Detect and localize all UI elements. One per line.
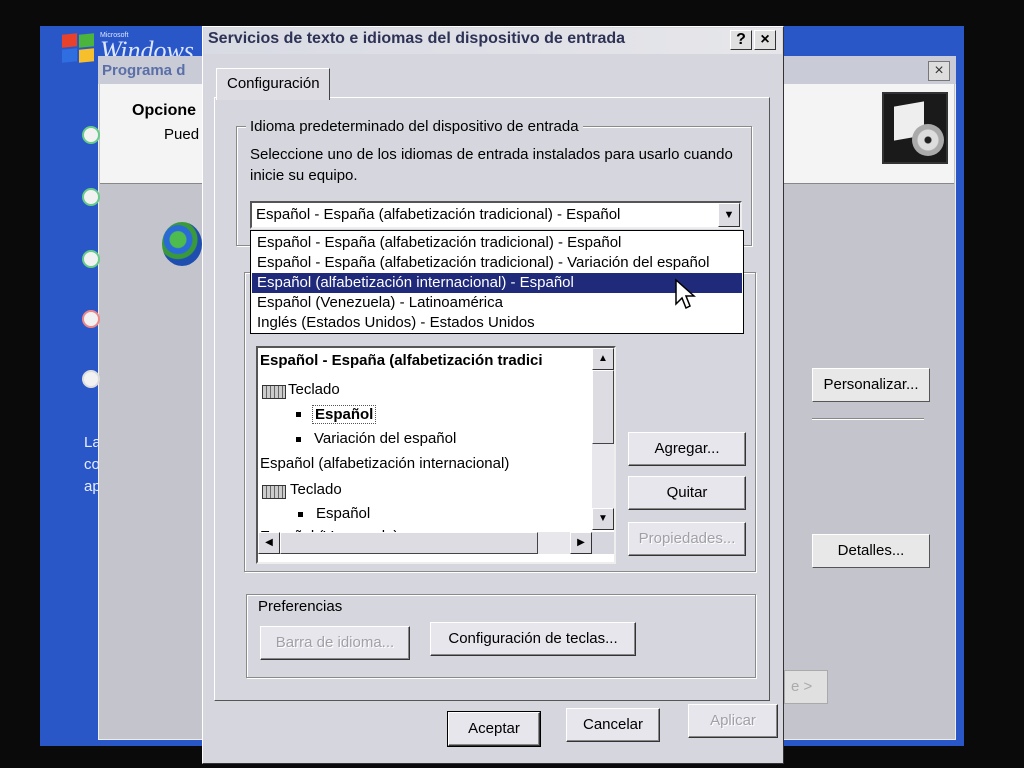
default-language-description: Seleccione uno de los idiomas de entrada… [250,146,733,184]
remove-button[interactable]: Quitar [628,476,746,510]
properties-button[interactable]: Propiedades... [628,522,746,556]
help-button[interactable]: ? [730,30,752,50]
scroll-thumb[interactable] [280,532,538,554]
setup-close-button[interactable]: × [928,61,950,81]
dropdown-option[interactable]: Español - España (alfabetización tradici… [252,233,742,253]
step-bullet [82,310,100,328]
tree-vertical-scrollbar[interactable]: ▲ ▼ [592,348,614,530]
tree-item[interactable]: Español [312,405,377,424]
chevron-down-icon[interactable]: ▼ [718,203,740,227]
mouse-pointer-icon [675,278,696,310]
keyboard-icon [262,385,286,399]
tree-item[interactable]: Variación del español [314,430,456,447]
bullet-icon [296,437,301,442]
scroll-right-button[interactable]: ▶ [570,532,592,554]
tab-configuracion[interactable]: Configuración [216,68,330,100]
preferences-legend: Preferencias [254,598,347,615]
dialog-title: Servicios de texto e idiomas del disposi… [208,30,626,47]
scrollbar-corner [592,532,614,554]
tree-item[interactable]: Teclado [288,381,340,398]
windows-flag-icon [62,33,98,64]
ok-button[interactable]: Aceptar [447,711,541,747]
dropdown-option[interactable]: Inglés (Estados Unidos) - Estados Unidos [252,313,742,333]
bullet-icon [298,512,303,517]
dropdown-option[interactable]: Español - España (alfabetización tradici… [252,253,742,273]
globe-icon [162,222,202,266]
tree-item[interactable]: Teclado [290,481,342,498]
separator [812,418,924,420]
language-bar-button[interactable]: Barra de idioma... [260,626,410,660]
next-button[interactable]: e > [784,670,828,704]
apply-button[interactable]: Aplicar [688,704,778,738]
dropdown-option[interactable]: Español (Venezuela) - Latinoamérica [252,293,742,313]
step-bullet [82,188,100,206]
key-settings-button[interactable]: Configuración de teclas... [430,622,636,656]
step-bullet [82,250,100,268]
scroll-thumb[interactable] [592,370,614,444]
tree-horizontal-scrollbar[interactable]: ◀ ▶ [258,532,592,554]
setup-disc-icon [882,92,948,164]
keyboard-icon [262,485,286,499]
scroll-up-button[interactable]: ▲ [592,348,614,370]
tree-item[interactable]: Español (alfabetización internacional) [260,455,509,472]
details-button[interactable]: Detalles... [812,534,930,568]
personalize-button[interactable]: Personalizar... [812,368,930,402]
close-button[interactable]: × [754,30,776,50]
setup-header-title: Opcione [132,102,197,119]
setup-window-title: Programa d [102,62,186,79]
tree-item[interactable]: Español - España (alfabetización tradici [260,352,543,369]
cancel-button[interactable]: Cancelar [566,708,660,742]
bullet-icon [296,412,301,417]
default-language-legend: Idioma predeterminado del dispositivo de… [246,118,583,135]
step-bullet [82,370,100,388]
scroll-down-button[interactable]: ▼ [592,508,614,530]
language-dropdown-list: Español - España (alfabetización tradici… [250,230,744,334]
step-bullet [82,126,100,144]
dropdown-option-selected[interactable]: Español (alfabetización internacional) -… [252,273,742,293]
tree-item[interactable]: Español [316,505,370,522]
scroll-left-button[interactable]: ◀ [258,532,280,554]
default-language-value: Español - España (alfabetización tradici… [256,206,621,223]
add-button[interactable]: Agregar... [628,432,746,466]
setup-header-subtitle: Pued [164,126,200,143]
